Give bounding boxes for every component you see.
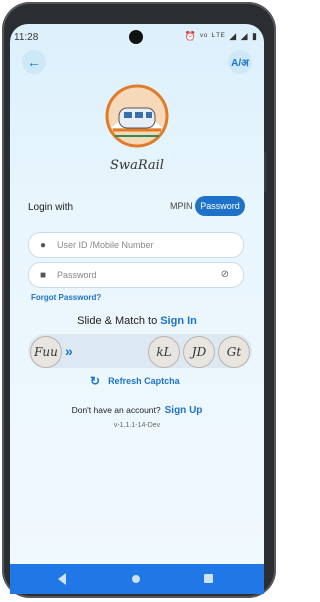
nav-back-icon[interactable] (58, 573, 66, 585)
user-id-placeholder: User ID /Mobile Number (57, 240, 154, 250)
user-icon: ● (39, 239, 47, 251)
lock-icon: ■ (39, 269, 47, 281)
captcha-option-3[interactable]: Gt (218, 336, 250, 368)
signup-prompt: Don't have an account? Sign Up (10, 405, 264, 416)
captcha-signin-label: Sign In (160, 315, 197, 327)
signup-link[interactable]: Sign Up (165, 405, 203, 416)
account-text: Don't have an account? (71, 405, 161, 415)
user-id-field[interactable]: ● User ID /Mobile Number (28, 232, 244, 258)
captcha-slider-track[interactable]: Fuu » kL JD Gt (28, 334, 252, 368)
refresh-icon: ↻ (90, 374, 101, 388)
status-icons: ⏰ ᵛᵒ ᴸᵀᴱ ◢ ◢ ▮ (184, 31, 258, 41)
phone-frame: 11:28 ⏰ ᵛᵒ ᴸᵀᴱ ◢ ◢ ▮ ← A/अ SwaRail Login… (2, 2, 276, 598)
camera-cutout (129, 30, 143, 44)
refresh-captcha-label: Refresh Captcha (108, 376, 180, 386)
captcha-option-2-text: JD (191, 345, 207, 359)
eye-off-icon[interactable]: ⊘ (221, 269, 229, 280)
captcha-slider-text: Fuu (34, 345, 58, 359)
version-label: v-1.1.1-14-Dev (113, 422, 161, 429)
nav-home-icon[interactable] (132, 575, 140, 583)
tab-password[interactable]: Password (195, 196, 245, 216)
status-time: 11:28 (14, 32, 39, 43)
tab-mpin[interactable]: MPIN (170, 201, 193, 211)
language-button[interactable]: A/अ (228, 50, 252, 74)
status-bar: 11:28 ⏰ ᵛᵒ ᴸᵀᴱ ◢ ◢ ▮ (10, 24, 264, 46)
language-icon: A/अ (231, 58, 249, 69)
captcha-option-3-text: Gt (226, 345, 242, 359)
password-field[interactable]: ■ Password ⊘ (28, 262, 244, 288)
captcha-option-2[interactable]: JD (183, 336, 215, 368)
captcha-option-1-text: kL (156, 345, 172, 359)
nav-recents-icon[interactable] (204, 574, 213, 583)
swarail-logo (105, 84, 169, 148)
arrow-left-icon: ← (27, 54, 41, 70)
refresh-captcha-button[interactable]: ↻ Refresh Captcha (90, 374, 180, 388)
captcha-option-1[interactable]: kL (148, 336, 180, 368)
password-placeholder: Password (57, 270, 97, 280)
double-chevron-right-icon: » (65, 343, 73, 359)
captcha-slider-handle[interactable]: Fuu (30, 336, 62, 368)
system-nav-bar (10, 564, 264, 594)
forgot-password-link[interactable]: Forgot Password? (31, 293, 101, 302)
back-button[interactable]: ← (22, 50, 46, 74)
app-screen: 11:28 ⏰ ᵛᵒ ᴸᵀᴱ ◢ ◢ ▮ ← A/अ SwaRail Login… (10, 24, 264, 594)
captcha-prompt: Slide & Match to Sign In (10, 315, 264, 327)
login-with-label: Login with (28, 202, 74, 213)
brand-name: SwaRail (110, 158, 164, 173)
captcha-prompt-text: Slide & Match to (77, 315, 158, 327)
